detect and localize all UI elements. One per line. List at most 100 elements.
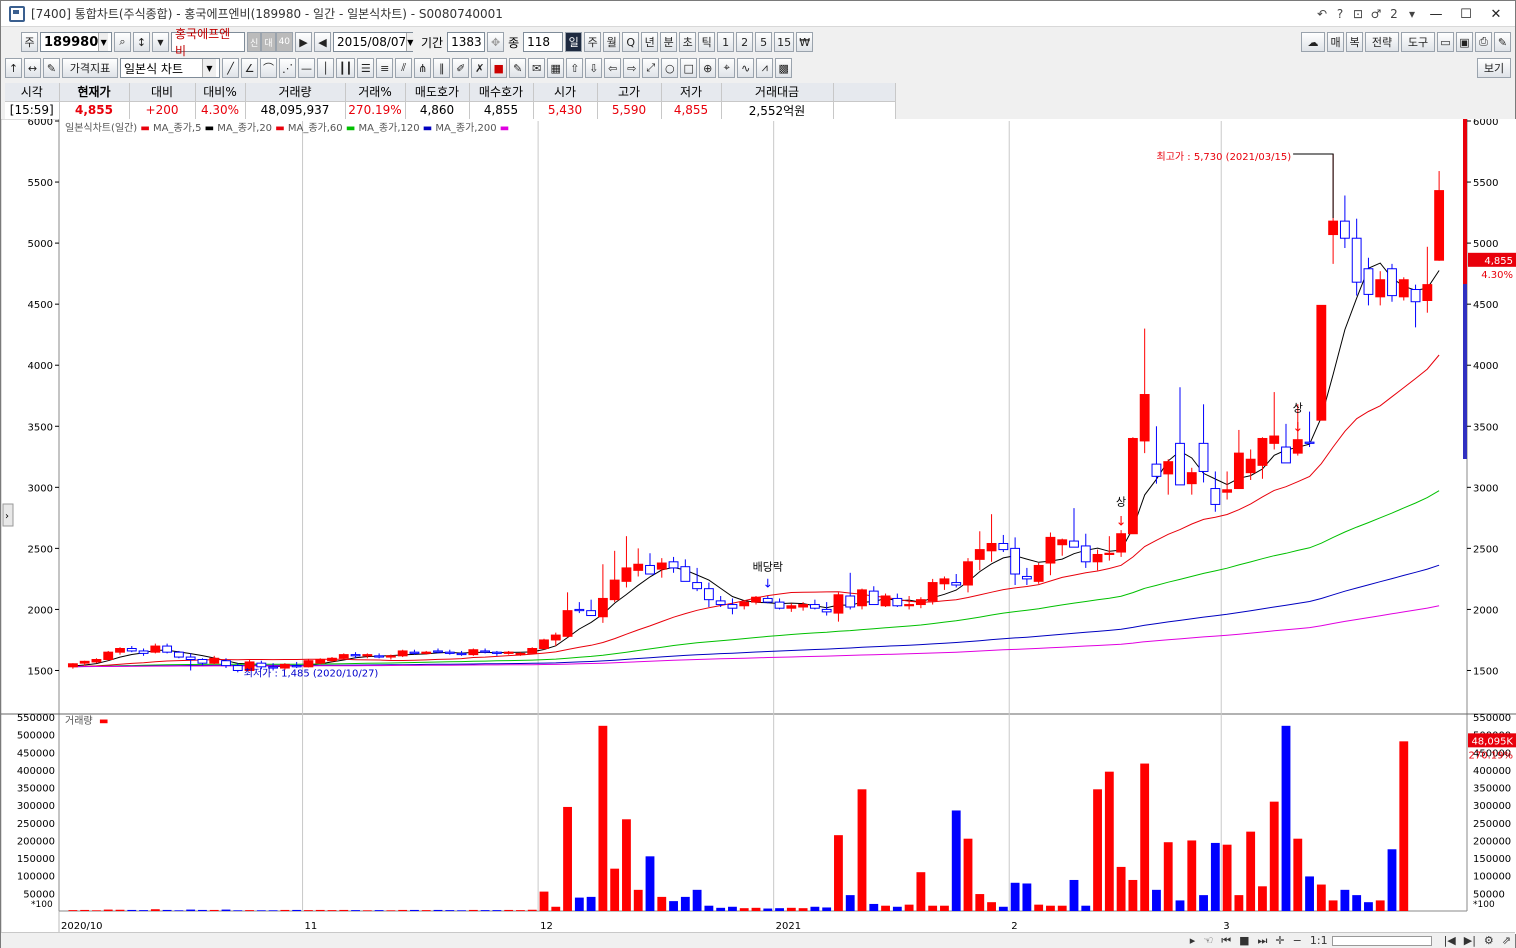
search-icon[interactable]: ⌕	[114, 32, 131, 52]
legend-item[interactable]: MA_종가,60	[288, 122, 346, 134]
right-icon[interactable]: ⇨	[623, 58, 641, 78]
minimize-button[interactable]: —	[1421, 7, 1451, 22]
tab-5[interactable]: 5	[755, 32, 773, 52]
view-button[interactable]: 보기	[1477, 58, 1511, 78]
chevron-down-icon[interactable]: ▼	[98, 33, 108, 51]
rect-icon[interactable]: □	[680, 58, 698, 78]
first-icon[interactable]: ⏮	[1221, 934, 1231, 948]
chart-area[interactable]: 2020/10 11 12 2021 2 3 1500 1500 2000 2000 2500 250…	[0, 117, 1516, 935]
chevron-down-icon[interactable]: ▼	[202, 59, 216, 77]
indicator-button[interactable]: 가격지표	[62, 58, 118, 78]
price-chart-svg[interactable]: 2020/10 11 12 2021 2 3 1500 1500 2000 2000 2500 250…	[0, 117, 1516, 935]
close-button[interactable]: ✕	[1481, 7, 1511, 22]
move-icon[interactable]: ✥	[487, 32, 505, 52]
pencil-icon[interactable]: ✐	[452, 58, 470, 78]
cycle-lines-icon[interactable]: ┃┃	[336, 58, 356, 78]
tab-1[interactable]: 1	[717, 32, 735, 52]
analysis-icon[interactable]: ⌖	[718, 58, 736, 78]
legend-item[interactable]: MA_종가,120	[358, 122, 422, 134]
edit-icon[interactable]: ✎	[43, 58, 60, 78]
stock-code-input[interactable]: 189980 ▼	[40, 32, 112, 52]
help-icon[interactable]: ?	[1331, 7, 1349, 21]
brush-icon[interactable]: ✎	[509, 58, 527, 78]
chevron-down-icon[interactable]: ▼	[152, 32, 169, 52]
arrow-up-icon[interactable]: ↑	[5, 58, 22, 78]
strategy-button[interactable]: 전략	[1365, 32, 1399, 52]
wave-icon[interactable]: ∿	[737, 58, 755, 78]
stock-name-field[interactable]: 홍국에프엔비	[171, 27, 245, 58]
folder-icon[interactable]: ▭	[1437, 32, 1454, 52]
menu-dropdown-icon[interactable]: ▾	[1403, 7, 1421, 21]
angle-icon[interactable]: ∠	[241, 58, 258, 78]
export-icon[interactable]: ⇗	[1502, 934, 1511, 947]
period-input[interactable]: 1383	[447, 32, 486, 52]
tab-yearly[interactable]: 년	[641, 32, 659, 52]
tab-tick[interactable]: 틱	[698, 32, 716, 52]
image-icon[interactable]: ▦	[547, 58, 565, 78]
crosshair-icon[interactable]: ✛	[1275, 934, 1284, 947]
maximize-button[interactable]: ☐	[1451, 7, 1481, 22]
zoom-out-icon[interactable]: −	[1293, 934, 1302, 947]
link-icon[interactable]: ♂	[1367, 7, 1385, 21]
grid-icon[interactable]: ☰	[357, 58, 375, 78]
expand-icon[interactable]: ⤢	[642, 58, 660, 78]
play-icon[interactable]: ▶	[295, 32, 313, 52]
tab-2[interactable]: 2	[736, 32, 754, 52]
pitchfork-icon[interactable]: ⋔	[414, 58, 432, 78]
chevron-down-icon[interactable]: ▼	[406, 33, 414, 51]
tab-monthly[interactable]: 월	[603, 32, 621, 52]
tab-quarterly[interactable]: Q	[622, 32, 640, 52]
legend-item[interactable]: MA_종가,5	[153, 122, 205, 134]
tab-second[interactable]: 초	[679, 32, 697, 52]
cloud-icon[interactable]: ☁	[1301, 32, 1325, 52]
channel-icon[interactable]: ⫽	[395, 58, 413, 78]
chart-type-select[interactable]: 일본식 차트 ▼	[120, 58, 220, 78]
left-icon[interactable]: ⇦	[604, 58, 622, 78]
page-first-icon[interactable]: |◀	[1444, 934, 1456, 947]
count-input[interactable]: 118	[523, 32, 564, 52]
chart-legend[interactable]: 일본식차트(일간) ▬ MA_종가,5 ▬ MA_종가,20 ▬ MA_종가,6…	[65, 122, 509, 134]
palette-icon[interactable]: ■	[490, 58, 508, 78]
multi-button[interactable]: 복	[1346, 32, 1363, 52]
zoom-icon[interactable]: ⊕	[699, 58, 717, 78]
wrench-icon[interactable]: ✎	[1494, 32, 1511, 52]
page-last-icon[interactable]: ▶|	[1464, 934, 1476, 947]
circle-icon[interactable]: ○	[661, 58, 679, 78]
tab-daily[interactable]: 일	[565, 32, 583, 52]
date-input[interactable]: 2015/08/07 ▼	[333, 32, 414, 52]
scroll-right-icon[interactable]: ▸	[1190, 934, 1196, 947]
tab-weekly[interactable]: 주	[584, 32, 602, 52]
parallel-icon[interactable]: ∥	[433, 58, 451, 78]
hline-icon[interactable]: —	[298, 58, 315, 78]
tab-15[interactable]: 15	[774, 32, 795, 52]
link-group-number[interactable]: 2	[1385, 7, 1403, 21]
tools-button[interactable]: 도구	[1401, 32, 1435, 52]
horizontal-scrollbar[interactable]	[1331, 935, 1432, 946]
settings-icon[interactable]: ⚙	[1484, 934, 1494, 947]
note-icon[interactable]: ✉	[528, 58, 546, 78]
trendline-icon[interactable]: ╱	[222, 58, 239, 78]
fan-icon[interactable]: ⋰	[279, 58, 296, 78]
up-icon[interactable]: ⇧	[566, 58, 584, 78]
print-icon[interactable]: ⎙	[1475, 32, 1492, 52]
buy-button[interactable]: 매	[1327, 32, 1344, 52]
arrow-lr-icon[interactable]: ↔	[24, 58, 41, 78]
pattern-icon[interactable]: ⩘	[756, 58, 774, 78]
legend-item[interactable]: MA_종가,200	[435, 122, 499, 134]
prev-icon[interactable]: ◀	[314, 32, 332, 52]
fib-icon[interactable]: ≡	[376, 58, 394, 78]
legend-item[interactable]: MA_종가,20	[217, 122, 275, 134]
last-icon[interactable]: ⏭	[1258, 934, 1268, 948]
eraser-icon[interactable]: ✗	[471, 58, 489, 78]
tab-minute[interactable]: 분	[660, 32, 678, 52]
tab-currency[interactable]: ₩	[796, 32, 814, 52]
undo-icon[interactable]: ↶	[1313, 7, 1331, 21]
vline-icon[interactable]: │	[317, 58, 334, 78]
down-icon[interactable]: ⇩	[585, 58, 603, 78]
layout-icon[interactable]: ⊡	[1349, 7, 1367, 21]
stop-icon[interactable]: ■	[1239, 934, 1249, 947]
arc-icon[interactable]: ⌒	[260, 58, 277, 78]
chart-config-icon[interactable]: ▩	[775, 58, 793, 78]
sort-icon[interactable]: ↕	[133, 32, 150, 52]
hand-icon[interactable]: ☜	[1203, 934, 1213, 947]
